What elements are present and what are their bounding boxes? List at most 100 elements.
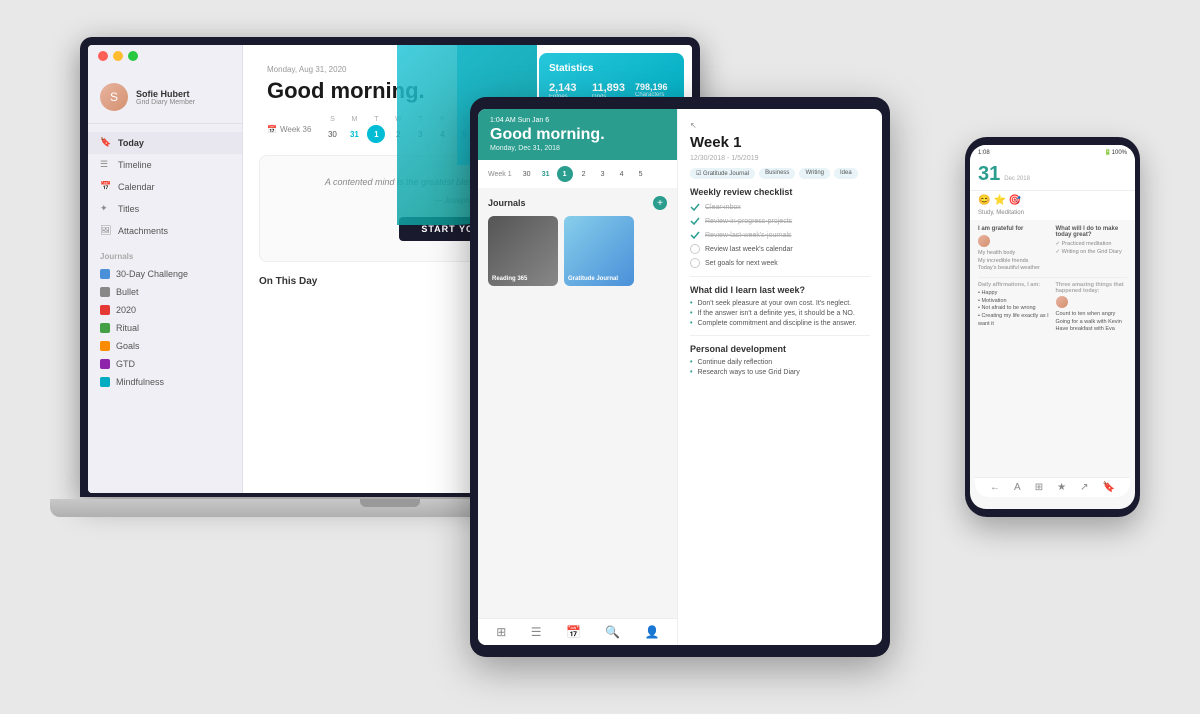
nav-today[interactable]: 🔖 Today [88,132,242,154]
bullet-dot-1: • [690,300,692,307]
phone-sticker-1: 😊 [978,195,990,206]
affirmations-text: • Happy • Motivation • Not afraid to be … [978,290,1050,328]
bullet-text-3: Complete commitment and discipline is th… [697,320,856,327]
journal-dot [100,323,110,333]
phone-nav-text-icon[interactable]: A [1014,482,1021,493]
journal-card-reading[interactable]: Reading 365 [488,216,558,286]
tablet-day-4[interactable]: 4 [614,166,630,182]
phone-sticker-2: ⭐ [993,195,1005,206]
affirmations-title: Daily affirmations, I am: [978,282,1050,288]
day-col-mon[interactable]: M 31 [345,116,363,143]
journal-ritual[interactable]: Ritual [88,319,242,337]
journal-goals[interactable]: Goals [88,337,242,355]
check-item-5[interactable]: Set goals for next week [690,258,870,268]
journals-header: Journals + [488,196,667,210]
nav-calendar[interactable]: 📅 Calendar [88,176,242,198]
phone-avatar-row [978,235,1050,247]
phone-bottom-nav: ← A ⊞ ★ ↗ 🔖 [975,477,1130,497]
bullet-4: • Continue daily reflection [690,359,870,366]
nav-timeline-label: Timeline [118,160,152,170]
tablet-nav-grid-icon[interactable]: ⊞ [496,625,506,639]
tablet-week-row: Week 1 30 31 1 2 3 4 5 [478,160,677,188]
phone-sticker-3: 🎯 [1009,195,1021,206]
journal-bullet[interactable]: Bullet [88,283,242,301]
bullet-text-5: Research ways to use Grid Diary [697,369,799,376]
tablet-nav-list-icon[interactable]: ☰ [531,625,542,639]
journal-card-gratitude[interactable]: Gratitude Journal [564,216,634,286]
day-col-sun[interactable]: S 30 [323,116,341,143]
tag-gratitude: ☑ Gratitude Journal [690,168,755,179]
tablet-day-30[interactable]: 30 [519,166,535,182]
journal-dot [100,377,110,387]
journal-30day[interactable]: 30-Day Challenge [88,265,242,283]
phone-stickers: 😊 ⭐ 🎯 [970,191,1135,210]
phone-col2-text: ✓ Practiced meditation ✓ Writing on the … [1056,241,1128,256]
phone-col-amazing: Three amazing things that happened today… [1056,282,1128,334]
tablet-day-5[interactable]: 5 [633,166,649,182]
tablet-nav-search-icon[interactable]: 🔍 [605,625,620,639]
tablet-greeting: Good morning. [490,126,665,144]
sparkle-icon: ✦ [100,203,112,215]
phone-columns: I am grateful for My health body My incr… [978,226,1127,273]
calendar-icon: 📅 [100,181,112,193]
add-journal-button[interactable]: + [653,196,667,210]
checkmark-icon-3 [690,230,700,240]
tablet-day-31[interactable]: 31 [538,166,554,182]
tablet-day-1[interactable]: 1 [557,166,573,182]
journal-ritual-label: Ritual [116,323,139,333]
tablet-nav-profile-icon[interactable]: 👤 [645,625,660,639]
bullet-dot-4: • [690,359,692,366]
divider-1 [690,276,870,277]
close-button[interactable] [98,51,108,61]
phone-nav-grid-icon[interactable]: ⊞ [1035,482,1043,493]
minimize-button[interactable] [113,51,123,61]
section3-title: Personal development [690,344,870,354]
bullet-text-1: Don't seek pleasure at your own cost. It… [697,300,851,307]
nav-attachments[interactable]: 🖼 Attachments [88,220,242,242]
bookmark-icon: 🔖 [100,137,112,149]
journal-mindfulness[interactable]: Mindfulness [88,373,242,391]
week-title: Week 1 [690,134,870,151]
phone-nav-back-icon[interactable]: ← [990,482,1000,493]
check-item-2: Review-in-progress-projects [690,216,870,226]
phone-tags: Study, Meditation [970,210,1135,220]
profile-role: Grid Diary Member [136,99,195,106]
tablet-day-3[interactable]: 3 [595,166,611,182]
day-col-tue[interactable]: T 1 [367,116,385,143]
journal-gtd[interactable]: GTD [88,355,242,373]
checkmark-icon-2 [690,216,700,226]
phone-nav-teal-flag-icon[interactable]: 🔖 [1103,482,1115,493]
tablet-nav-calendar-icon[interactable]: 📅 [566,625,581,639]
amazing-text: Count to ten when angry Going for a walk… [1056,296,1128,334]
journal-card-gratitude-label: Gratitude Journal [568,276,618,282]
bullet-dot-3: • [690,320,692,327]
bullet-2: • If the answer isn't a definite yes, it… [690,310,870,317]
list-icon: ☰ [100,159,112,171]
phone-avatar-row-2 [1056,296,1128,308]
tablet-time: 1:04 AM Sun Jan 6 [490,117,665,124]
nav-timeline[interactable]: ☰ Timeline [88,154,242,176]
sidebar: S Sofie Hubert Grid Diary Member 🔖 Today… [88,45,243,493]
phone-battery-icon: 🔋100% [1104,149,1127,156]
journal-bullet-label: Bullet [116,287,139,297]
nav-today-label: Today [118,138,144,148]
phone-nav-share-icon[interactable]: ↗ [1080,482,1088,493]
journal-2020-label: 2020 [116,305,136,315]
journals-section-title: Journals [488,198,526,208]
image-icon: 🖼 [100,225,112,237]
tablet-right-panel: ↖ Week 1 12/30/2018 - 1/5/2019 ☑ Gratitu… [678,109,882,645]
tablet-topbar: 1:04 AM Sun Jan 6 Good morning. Monday, … [478,109,677,160]
checkmark-icon [690,202,700,212]
stats-title: Statistics [549,63,674,74]
check-item-4[interactable]: Review last week's calendar [690,244,870,254]
date-range: 12/30/2018 - 1/5/2019 [690,155,870,162]
check-text-3: Review-last-week's-journals [705,232,792,239]
phone-nav-star-icon[interactable]: ★ [1057,482,1066,493]
bullet-text-2: If the answer isn't a definite yes, it s… [697,310,854,317]
maximize-button[interactable] [128,51,138,61]
section2-title: What did I learn last week? [690,285,870,295]
tablet-day-2[interactable]: 2 [576,166,592,182]
phone-main-content: I am grateful for My health body My incr… [970,220,1135,340]
nav-titles[interactable]: ✦ Titles [88,198,242,220]
journal-2020[interactable]: 2020 [88,301,242,319]
